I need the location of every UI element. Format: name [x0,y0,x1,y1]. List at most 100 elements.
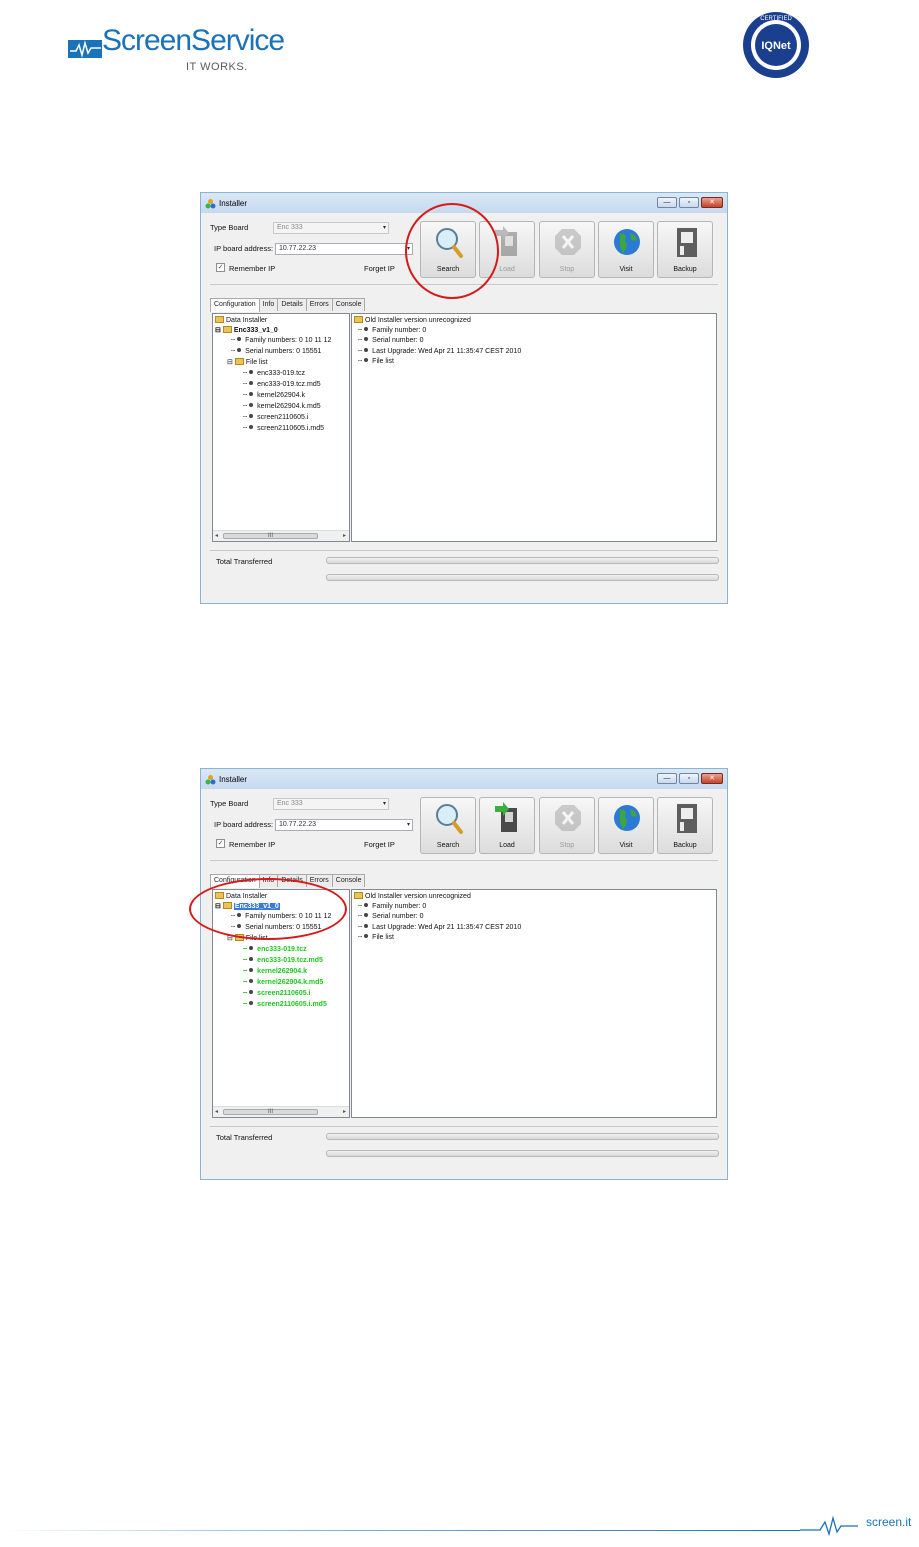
scroll-left-arrow-icon[interactable]: ◂ [215,1108,218,1115]
bullet-icon [249,990,254,994]
tree-file-node-loaded[interactable]: ┄ screen2110605.i [243,989,311,998]
detail-item-label: Serial number: 0 [372,337,424,344]
visit-button[interactable]: Visit [598,797,654,854]
tree-file-label: screen2110605.i [257,990,311,997]
tree-horizontal-scrollbar[interactable]: ◂ III ▸ [213,530,349,541]
bullet-icon [364,358,369,362]
transfer-divider [210,550,718,551]
tree-file-label: kernel262904.k [257,968,307,975]
footer-website[interactable]: screen.it [866,1515,911,1529]
tree-file-node[interactable]: ┄ enc333-019.tcz.md5 [243,380,321,389]
close-button[interactable]: ✕ [701,773,723,784]
bullet-icon [364,337,369,341]
detail-item[interactable]: ┄ Family number: 0 [358,902,426,911]
globe-icon [614,805,640,831]
bullet-icon [364,934,369,938]
tab-errors[interactable]: Errors [305,298,333,311]
type-board-select[interactable]: Enc 333 ▾ [273,222,389,234]
detail-root-label: Old Installer version unrecognized [365,893,471,900]
tab-console[interactable]: Console [331,298,366,311]
detail-item[interactable]: ┄ File list [358,357,394,366]
tree-filelist-node[interactable]: ⊟ File list [227,358,268,367]
folder-icon [215,316,224,323]
tree-file-node-loaded[interactable]: ┄ kernel262904.k.md5 [243,978,323,987]
detail-item[interactable]: ┄ Family number: 0 [358,326,426,335]
maximize-button[interactable]: ▫ [679,773,699,784]
close-button[interactable]: ✕ [701,197,723,208]
tree-family-node[interactable]: ┄ Family numbers: 0 10 11 12 [231,336,331,345]
detail-root[interactable]: Old Installer version unrecognized [354,892,471,901]
tree-file-label: screen2110605.i.md5 [257,425,324,432]
backup-button[interactable]: Backup [657,221,713,278]
tree-file-node-loaded[interactable]: ┄ enc333-019.tcz [243,945,307,954]
chevron-down-icon: ▾ [406,822,410,828]
scroll-thumb[interactable]: III [223,1109,318,1115]
tree-file-label: enc333-019.tcz [257,946,307,953]
transfer-divider [210,1126,718,1127]
backup-button-label: Backup [673,842,697,849]
folder-icon [354,892,363,899]
forget-ip-link[interactable]: Forget IP [364,264,395,273]
tree-board-node[interactable]: ⊟ Enc333_v1_0 [215,326,278,335]
configuration-tree[interactable]: Data Installer ⊟ Enc333_v1_0 ┄ Family nu… [212,313,350,542]
minimize-button[interactable]: — [657,773,677,784]
tree-file-node[interactable]: ┄ kernel262904.k.md5 [243,402,321,411]
tree-file-label: screen2110605.i.md5 [257,1001,327,1008]
stop-button[interactable]: Stop [539,221,595,278]
scroll-left-arrow-icon[interactable]: ◂ [215,532,218,539]
type-board-value: Enc 333 [277,800,303,807]
bullet-icon [237,348,242,352]
detail-item[interactable]: ┄ Last Upgrade: Wed Apr 21 11:35:47 CEST… [358,347,521,356]
tree-file-label: kernel262904.k [257,392,306,399]
type-board-value: Enc 333 [277,224,303,231]
tree-root[interactable]: Data Installer [215,316,267,325]
stop-button[interactable]: Stop [539,797,595,854]
brand-tagline: IT WORKS. [186,61,248,73]
tree-file-node-loaded[interactable]: ┄ screen2110605.i.md5 [243,1000,327,1009]
detail-item[interactable]: ┄ File list [358,933,394,942]
detail-root[interactable]: Old Installer version unrecognized [354,316,471,325]
tree-file-node-loaded[interactable]: ┄ kernel262904.k [243,967,307,976]
ip-address-input[interactable]: 10.77.22.23 ▾ [275,819,413,831]
type-board-select[interactable]: Enc 333 ▾ [273,798,389,810]
visit-button[interactable]: Visit [598,221,654,278]
tree-file-label: enc333-019.tcz.md5 [257,381,321,388]
remember-ip-checkbox[interactable]: ✓ [216,839,225,848]
remember-ip-checkbox[interactable]: ✓ [216,263,225,272]
tab-console[interactable]: Console [331,874,366,887]
detail-tree[interactable]: Old Installer version unrecognized ┄ Fam… [351,889,717,1118]
tab-info[interactable]: Info [258,298,279,311]
detail-item[interactable]: ┄ Serial number: 0 [358,912,424,921]
bullet-icon [249,979,254,983]
scroll-thumb[interactable]: III [223,533,318,539]
tab-details[interactable]: Details [277,298,307,311]
bullet-icon [364,903,369,907]
detail-tree[interactable]: Old Installer version unrecognized ┄ Fam… [351,313,717,542]
window-title: Installer [219,198,248,208]
scroll-right-arrow-icon[interactable]: ▸ [343,532,346,539]
detail-root-label: Old Installer version unrecognized [365,317,471,324]
tab-configuration[interactable]: Configuration [210,298,260,312]
tree-file-node[interactable]: ┄ kernel262904.k [243,391,305,400]
load-button[interactable]: Load [479,797,535,854]
detail-item[interactable]: ┄ Serial number: 0 [358,336,424,345]
tree-file-node[interactable]: ┄ screen2110605.i.md5 [243,424,324,433]
search-button[interactable]: Search [420,797,476,854]
wave-logo-icon [68,40,102,58]
bullet-icon [364,924,369,928]
tree-horizontal-scrollbar[interactable]: ◂ III ▸ [213,1106,349,1117]
detail-item-label: Last Upgrade: Wed Apr 21 11:35:47 CEST 2… [372,348,522,355]
tree-file-node[interactable]: ┄ enc333-019.tcz [243,369,305,378]
scroll-right-arrow-icon[interactable]: ▸ [343,1108,346,1115]
maximize-button[interactable]: ▫ [679,197,699,208]
ip-address-input[interactable]: 10.77.22.23 ▾ [275,243,413,255]
tree-file-node-loaded[interactable]: ┄ enc333-019.tcz.md5 [243,956,323,965]
backup-button[interactable]: Backup [657,797,713,854]
tree-file-node[interactable]: ┄ screen2110605.i [243,413,308,422]
detail-item-label: Family number: 0 [372,327,427,334]
backup-icon [677,804,697,833]
detail-item[interactable]: ┄ Last Upgrade: Wed Apr 21 11:35:47 CEST… [358,923,521,932]
tree-serial-node[interactable]: ┄ Serial numbers: 0 15551 [231,347,321,356]
minimize-button[interactable]: — [657,197,677,208]
forget-ip-link[interactable]: Forget IP [364,840,395,849]
